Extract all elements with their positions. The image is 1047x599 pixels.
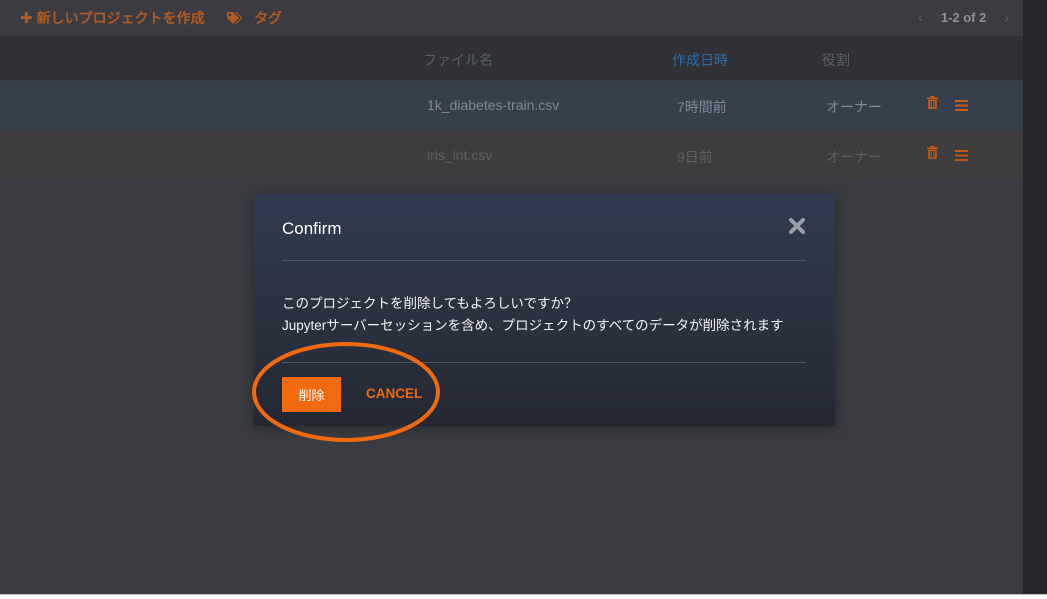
dialog-title: Confirm xyxy=(282,219,342,238)
column-header-created[interactable]: 作成日時 xyxy=(672,50,728,70)
dialog-message-line1: このプロジェクトを削除してもよろしいですか？ xyxy=(282,296,578,311)
cell-created: 9日前 xyxy=(677,149,713,165)
table-row[interactable]: iris_int.csv 9日前 オーナー xyxy=(0,131,1023,179)
cancel-button[interactable]: CANCEL xyxy=(366,386,422,401)
new-project-label: 新しいプロジェクトを作成 xyxy=(36,10,205,26)
chevron-right-icon[interactable]: › xyxy=(1004,9,1009,25)
table-header: ファイル名 作成日時 役割 xyxy=(0,36,1023,80)
cell-role: オーナー xyxy=(826,99,882,115)
dialog-message-line2: Jupyterサーバーセッションを含め、プロジェクトのすべてのデータが削除されま… xyxy=(282,318,784,333)
hamburger-menu-icon[interactable] xyxy=(955,98,968,116)
dialog-divider xyxy=(282,362,806,363)
close-icon[interactable] xyxy=(789,218,807,236)
table-row[interactable]: 1k_diabetes-train.csv 7時間前 オーナー xyxy=(0,81,1023,129)
page-bottom-border xyxy=(0,594,1047,595)
cell-role: オーナー xyxy=(826,149,882,165)
pagination-count: 1-2 of 2 xyxy=(940,9,987,25)
confirm-dialog: Confirm このプロジェクトを削除してもよろしいですか？ Jupyterサー… xyxy=(254,194,835,426)
chevron-left-icon[interactable]: ‹ xyxy=(918,9,923,25)
dialog-divider xyxy=(282,260,806,261)
app-window: ✚ 新しいプロジェクトを作成 タグ ‹ 1-2 of 2 › ファイル名 作成日… xyxy=(0,0,1023,594)
column-header-filename[interactable]: ファイル名 xyxy=(423,50,493,70)
pagination: ‹ 1-2 of 2 › xyxy=(918,9,1009,25)
column-header-role[interactable]: 役割 xyxy=(822,50,850,70)
cell-filename: iris_int.csv xyxy=(427,147,493,163)
hamburger-menu-icon[interactable] xyxy=(955,148,968,166)
tag-button[interactable]: タグ xyxy=(226,8,282,28)
cell-created: 7時間前 xyxy=(677,99,727,115)
toolbar: ✚ 新しいプロジェクトを作成 タグ ‹ 1-2 of 2 › xyxy=(0,0,1023,34)
new-project-button[interactable]: ✚ 新しいプロジェクトを作成 xyxy=(20,8,205,28)
tag-label: タグ xyxy=(254,10,282,26)
plus-icon: ✚ xyxy=(20,10,33,27)
trash-icon[interactable] xyxy=(927,96,938,114)
cell-filename: 1k_diabetes-train.csv xyxy=(427,97,560,113)
tag-icon xyxy=(226,11,244,25)
delete-button[interactable]: 削除 xyxy=(282,377,341,412)
scrollbar[interactable] xyxy=(1023,0,1047,594)
trash-icon[interactable] xyxy=(927,146,938,164)
